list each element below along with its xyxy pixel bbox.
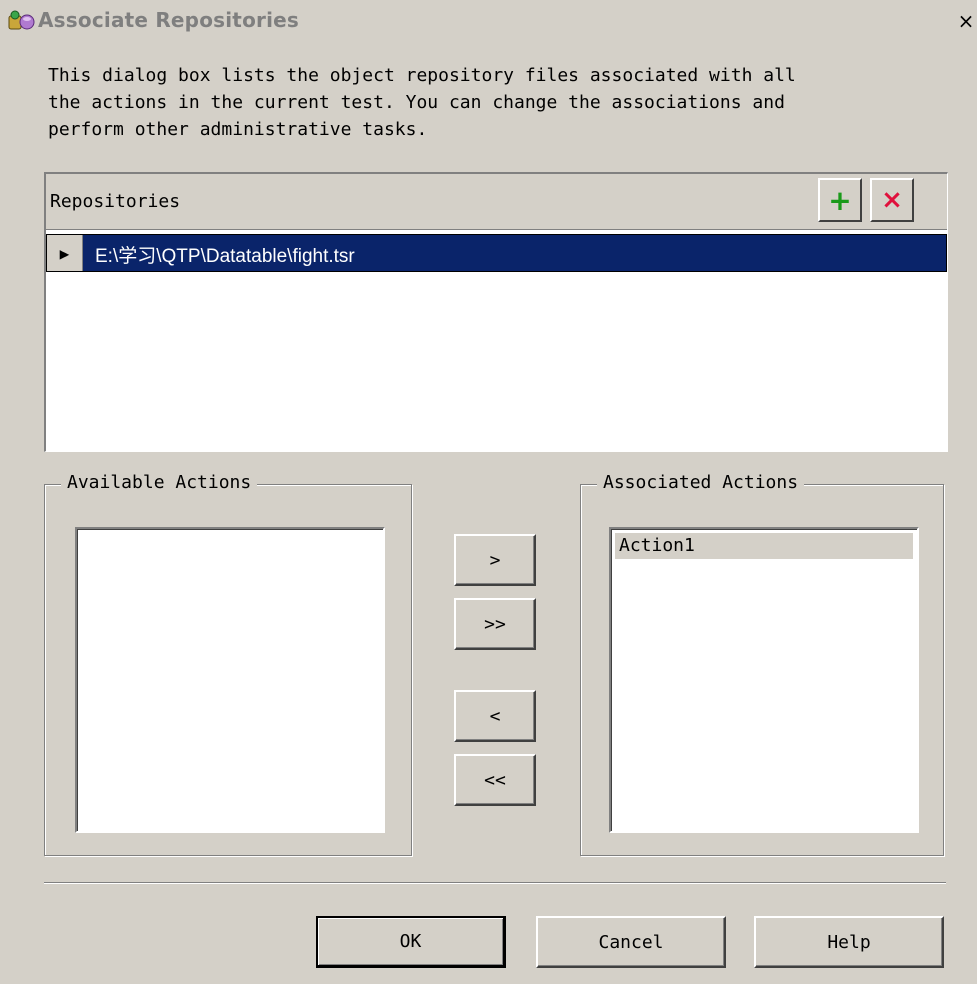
associated-actions-group: Associated Actions Action1: [580, 472, 944, 856]
repositories-label: Repositories: [50, 191, 181, 212]
list-item[interactable]: Action1: [615, 533, 913, 559]
remove-one-button[interactable]: <: [454, 690, 536, 742]
available-actions-group: Available Actions: [44, 472, 412, 856]
available-actions-label: Available Actions: [61, 472, 258, 493]
repositories-grid[interactable]: Repositories + × ▶ E:\学习\QTP\Datatable\f…: [44, 172, 948, 452]
move-one-button[interactable]: >: [454, 534, 536, 586]
title-bar: Associate Repositories ×: [0, 0, 977, 38]
associated-actions-label: Associated Actions: [597, 472, 805, 493]
plus-icon: +: [828, 183, 852, 217]
ok-button[interactable]: OK: [316, 916, 506, 968]
delete-icon: ×: [881, 185, 903, 215]
move-all-button[interactable]: >>: [454, 598, 536, 650]
repository-path: E:\学习\QTP\Datatable\fight.tsr: [95, 246, 355, 267]
remove-repository-button[interactable]: ×: [870, 178, 914, 222]
repository-row[interactable]: ▶ E:\学习\QTP\Datatable\fight.tsr: [46, 234, 947, 272]
remove-all-button[interactable]: <<: [454, 754, 536, 806]
dialog-description: This dialog box lists the object reposit…: [48, 65, 796, 140]
close-icon: ×: [957, 9, 975, 33]
separator: [44, 882, 946, 884]
row-pointer-icon: ▶: [59, 243, 70, 263]
help-button[interactable]: Help: [754, 916, 944, 968]
close-button[interactable]: ×: [955, 10, 977, 34]
row-selector: ▶: [47, 235, 83, 271]
add-repository-button[interactable]: +: [818, 178, 862, 222]
dialog-title: Associate Repositories: [38, 8, 299, 32]
available-actions-list[interactable]: [75, 527, 385, 833]
qtp-app-icon: [8, 10, 35, 30]
associated-actions-list[interactable]: Action1: [609, 527, 919, 833]
repositories-header: Repositories + ×: [46, 174, 947, 230]
cancel-button[interactable]: Cancel: [536, 916, 726, 968]
